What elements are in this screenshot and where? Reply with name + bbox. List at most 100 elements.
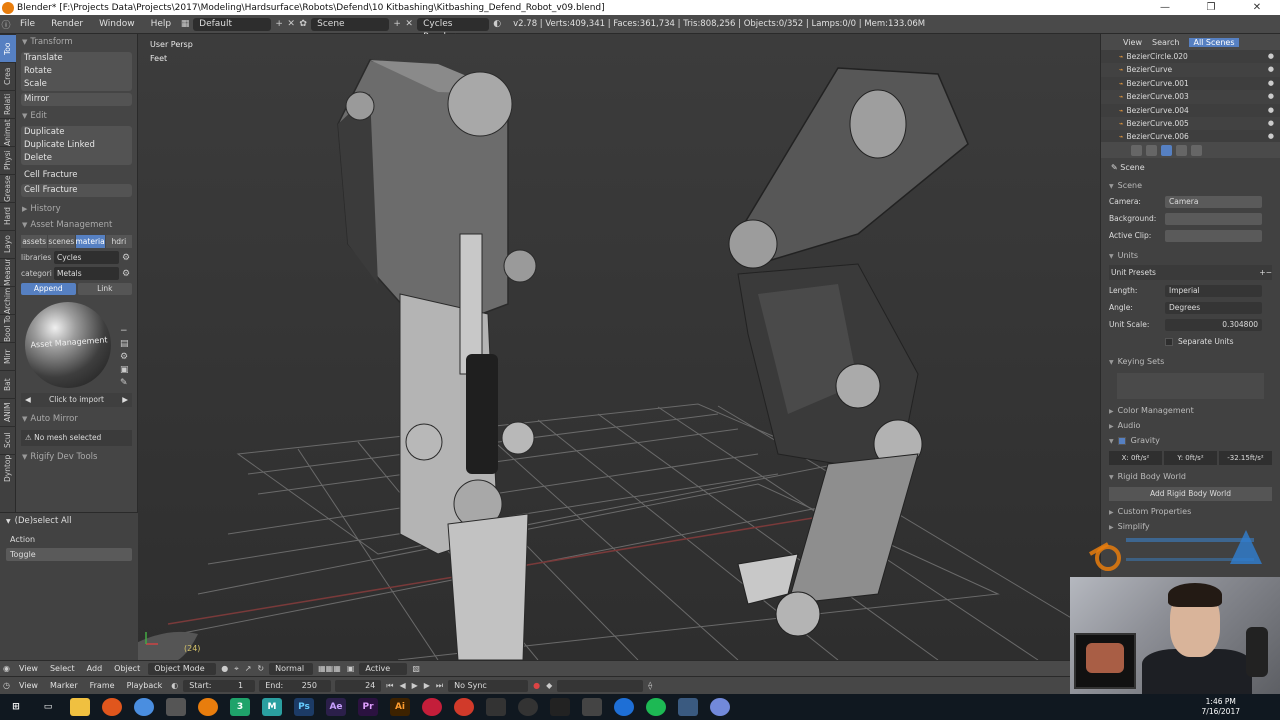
object-menu[interactable]: Object bbox=[108, 664, 146, 673]
minus-icon[interactable]: − bbox=[120, 326, 129, 336]
editor-type-icon[interactable]: ◉ bbox=[0, 664, 13, 673]
robot-leg-left[interactable] bbox=[337, 59, 537, 660]
pivot-icon[interactable]: ⌖ bbox=[231, 664, 242, 674]
marker-menu[interactable]: Marker bbox=[44, 681, 84, 690]
color-management-header[interactable]: ▶ Color Management bbox=[1101, 403, 1280, 418]
menu-help[interactable]: Help bbox=[143, 19, 180, 29]
orientation-select[interactable]: Normal bbox=[269, 662, 314, 675]
tab-mirror[interactable]: Mirr bbox=[0, 342, 16, 370]
start-frame-field[interactable]: Start: 1 bbox=[183, 679, 256, 692]
scene-tab-icon[interactable] bbox=[1161, 144, 1172, 156]
am-tab-assets[interactable]: assets bbox=[21, 235, 48, 248]
am-tab-scenes[interactable]: scenes bbox=[48, 235, 75, 248]
cell-fracture-button-2[interactable]: Cell Fracture bbox=[21, 184, 132, 197]
eye-icon[interactable]: ● bbox=[1268, 90, 1274, 103]
jump-end-icon[interactable]: ⏭ bbox=[433, 681, 446, 691]
angle-select[interactable]: Degrees bbox=[1165, 301, 1262, 314]
red-app-icon[interactable] bbox=[422, 698, 442, 716]
tab-hard[interactable]: Hard bbox=[0, 202, 16, 230]
tab-bat[interactable]: Bat bbox=[0, 370, 16, 398]
next-keyframe-icon[interactable]: ▶ bbox=[421, 681, 433, 690]
history-panel-header[interactable]: ▶ History bbox=[16, 201, 137, 217]
tab-create[interactable]: Crea bbox=[0, 62, 16, 90]
current-frame-field[interactable]: 24 bbox=[335, 679, 382, 692]
libraries-select[interactable]: Cycles bbox=[54, 251, 119, 264]
render-engine-select[interactable]: Cycles Render bbox=[417, 17, 490, 42]
end-frame-field[interactable]: End: 250 bbox=[259, 679, 332, 692]
tab-layout[interactable]: Layo bbox=[0, 230, 16, 258]
3d-viewport[interactable]: User Persp Feet (24) bbox=[138, 34, 1100, 660]
tab-tools[interactable]: Too bbox=[0, 34, 16, 62]
add-menu[interactable]: Add bbox=[81, 664, 109, 673]
scene-section-header[interactable]: ▼ Scene bbox=[1101, 178, 1280, 193]
3dsmax-icon[interactable]: 3 bbox=[230, 698, 250, 716]
preview-range-icon[interactable]: ◐ bbox=[168, 681, 181, 690]
tab-dyntopo[interactable]: Dyntopo bbox=[0, 454, 16, 482]
length-select[interactable]: Imperial bbox=[1165, 284, 1262, 297]
epic-games-icon[interactable] bbox=[550, 698, 570, 716]
illustrator-icon[interactable]: Ai bbox=[390, 698, 410, 716]
object-tab-icon[interactable] bbox=[1191, 144, 1202, 156]
rotate-button[interactable]: Rotate bbox=[21, 65, 132, 78]
outliner-item[interactable]: ⌁ BezierCurve.004 ● bbox=[1101, 104, 1280, 117]
import-row[interactable]: ◀ Click to import ▶ bbox=[21, 393, 132, 407]
unit-presets-row[interactable]: Unit Presets + − bbox=[1109, 265, 1272, 280]
after-effects-icon[interactable]: Ae bbox=[326, 698, 346, 716]
add-scene-icon[interactable]: + bbox=[391, 19, 403, 29]
manipulator-icon[interactable]: ↗ bbox=[242, 664, 255, 673]
camera-app-icon[interactable] bbox=[582, 698, 602, 716]
gear-icon[interactable]: ⚙ bbox=[122, 269, 132, 279]
operator-title[interactable]: ▼ (De)select All bbox=[0, 513, 138, 529]
eye-icon[interactable]: ● bbox=[1268, 104, 1274, 117]
close-button[interactable]: ✕ bbox=[1234, 2, 1280, 13]
background-field[interactable] bbox=[1165, 212, 1262, 225]
minimize-button[interactable]: — bbox=[1142, 2, 1188, 13]
eye-icon[interactable]: ● bbox=[1268, 63, 1274, 76]
layers-icon[interactable]: ▦▦▦ bbox=[315, 664, 344, 673]
task-view-icon[interactable]: ▭ bbox=[38, 698, 58, 716]
units-section-header[interactable]: ▼ Units bbox=[1101, 248, 1280, 263]
link-button[interactable]: Link bbox=[77, 283, 132, 295]
separate-units-row[interactable]: Separate Units bbox=[1101, 333, 1280, 350]
save-icon[interactable]: ▤ bbox=[120, 339, 129, 349]
mode-select[interactable]: Object Mode bbox=[148, 662, 217, 675]
premiere-icon[interactable]: Pr bbox=[358, 698, 378, 716]
mirror-button[interactable]: Mirror bbox=[21, 93, 132, 106]
active-clip-field[interactable] bbox=[1165, 229, 1262, 242]
am-tab-materials[interactable]: materia bbox=[75, 235, 105, 248]
add-layout-icon[interactable]: + bbox=[273, 19, 285, 29]
tab-bool-tool[interactable]: Bool To bbox=[0, 314, 16, 342]
settings-icon[interactable]: ⚙ bbox=[120, 352, 129, 362]
view-menu[interactable]: View bbox=[13, 664, 44, 673]
am-tab-hdri[interactable]: hdri bbox=[105, 235, 132, 248]
discord-icon[interactable] bbox=[710, 698, 730, 716]
render-tab-icon[interactable] bbox=[1131, 144, 1142, 156]
separate-units-checkbox[interactable] bbox=[1165, 337, 1173, 346]
rigid-body-world-header[interactable]: ▼ Rigid Body World bbox=[1101, 469, 1280, 484]
menu-file[interactable]: File bbox=[12, 19, 43, 29]
outliner-item[interactable]: ⌁ BezierCurve.001 ● bbox=[1101, 77, 1280, 90]
asset-management-header[interactable]: ▼ Asset Management bbox=[16, 217, 137, 233]
tab-archimesh[interactable]: Archim bbox=[0, 286, 16, 314]
scale-button[interactable]: Scale bbox=[21, 78, 132, 91]
camera-field[interactable]: Camera bbox=[1165, 195, 1262, 208]
obs-icon[interactable] bbox=[454, 698, 474, 716]
prev-arrow-icon[interactable]: ◀ bbox=[25, 393, 31, 407]
menu-window[interactable]: Window bbox=[91, 19, 143, 29]
photos-icon[interactable] bbox=[678, 698, 698, 716]
select-menu[interactable]: Select bbox=[44, 664, 81, 673]
blue-app-icon[interactable] bbox=[614, 698, 634, 716]
delete-button[interactable]: Delete bbox=[21, 152, 132, 165]
remove-layout-icon[interactable]: ✕ bbox=[285, 19, 297, 29]
record-icon[interactable]: ● bbox=[530, 681, 543, 690]
material-thumbnail[interactable]: Asset Management bbox=[21, 298, 121, 390]
windows-start-icon[interactable]: ⊞ bbox=[6, 698, 26, 716]
remove-scene-icon[interactable]: ✕ bbox=[403, 19, 415, 29]
eye-icon[interactable]: ● bbox=[1268, 50, 1274, 63]
screen-layout-icon[interactable]: ▦ bbox=[179, 19, 191, 29]
rigify-header[interactable]: ▼ Rigify Dev Tools bbox=[16, 449, 137, 465]
cell-fracture-button[interactable]: Cell Fracture bbox=[21, 169, 132, 182]
unit-scale-field[interactable]: 0.304800 bbox=[1165, 318, 1262, 331]
action-select[interactable]: Toggle bbox=[6, 548, 132, 561]
render-preview-icon[interactable]: ▧ bbox=[409, 664, 423, 673]
